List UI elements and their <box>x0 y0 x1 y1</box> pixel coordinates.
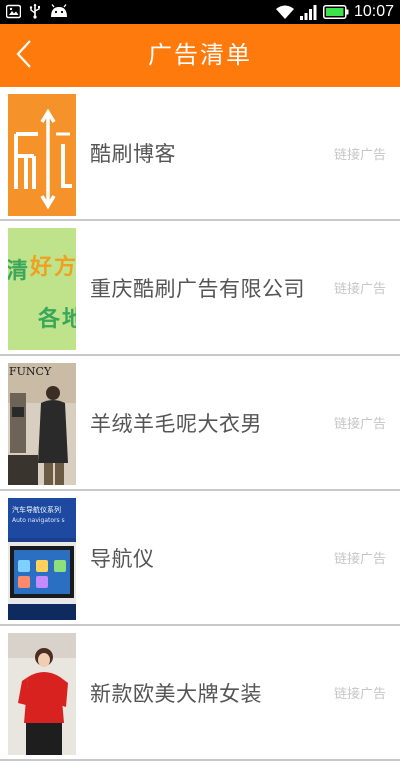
ad-title: 酷刷博客 <box>90 142 176 166</box>
signal-icon <box>299 4 318 20</box>
svg-text:方: 方 <box>54 254 76 280</box>
ad-list-item[interactable]: FUNCY 羊绒羊毛呢大衣男 链接广告 <box>0 356 400 491</box>
android-icon <box>49 4 69 18</box>
ad-title: 导航仪 <box>90 546 155 571</box>
page-title: 广告清单 <box>148 41 252 69</box>
svg-text:好: 好 <box>29 254 52 280</box>
svg-text:清: 清 <box>8 258 28 284</box>
ad-title: 羊绒羊毛呢大衣男 <box>90 411 262 436</box>
ad-link-label[interactable]: 链接广告 <box>334 626 386 759</box>
ad-link-label[interactable]: 链接广告 <box>334 356 386 489</box>
image-icon <box>5 4 22 19</box>
ad-list-item[interactable]: 酷刷博客 链接广告 <box>0 87 400 221</box>
ad-thumbnail <box>8 94 76 216</box>
svg-text:Auto navigators s: Auto navigators s <box>12 517 65 524</box>
ad-thumbnail: FUNCY <box>8 363 76 485</box>
ad-thumbnail: 汽车导航仪系列 Auto navigators s <box>8 498 76 620</box>
ad-thumbnail: 清 好 方 各 地 <box>8 228 76 350</box>
ad-title: 重庆酷刷广告有限公司 <box>90 276 305 301</box>
ad-link-label[interactable]: 链接广告 <box>334 87 386 219</box>
status-bar: 10:07 <box>0 0 400 24</box>
battery-icon <box>322 5 349 19</box>
clock: 10:07 <box>353 3 394 20</box>
ad-title: 新款欧美大牌女装 <box>90 681 262 706</box>
svg-text:FUNCY: FUNCY <box>9 365 52 378</box>
ad-list: 酷刷博客 链接广告 清 好 方 各 地 重庆酷刷广告有限公司 链接广告 FUNC… <box>0 87 400 761</box>
ad-list-item[interactable]: 清 好 方 各 地 重庆酷刷广告有限公司 链接广告 <box>0 221 400 356</box>
app-bar: 广告清单 <box>0 24 400 87</box>
ad-link-label[interactable]: 链接广告 <box>334 491 386 624</box>
usb-icon <box>29 3 41 19</box>
ad-list-item[interactable]: 新款欧美大牌女装 链接广告 <box>0 626 400 761</box>
svg-text:汽车导航仪系列: 汽车导航仪系列 <box>12 505 61 514</box>
svg-text:地: 地 <box>62 307 76 332</box>
svg-text:各: 各 <box>37 306 61 332</box>
ad-thumbnail <box>8 633 76 755</box>
ad-link-label[interactable]: 链接广告 <box>334 221 386 354</box>
ad-list-item[interactable]: 汽车导航仪系列 Auto navigators s 导航仪 链接广告 <box>0 491 400 626</box>
wifi-icon <box>275 4 295 20</box>
